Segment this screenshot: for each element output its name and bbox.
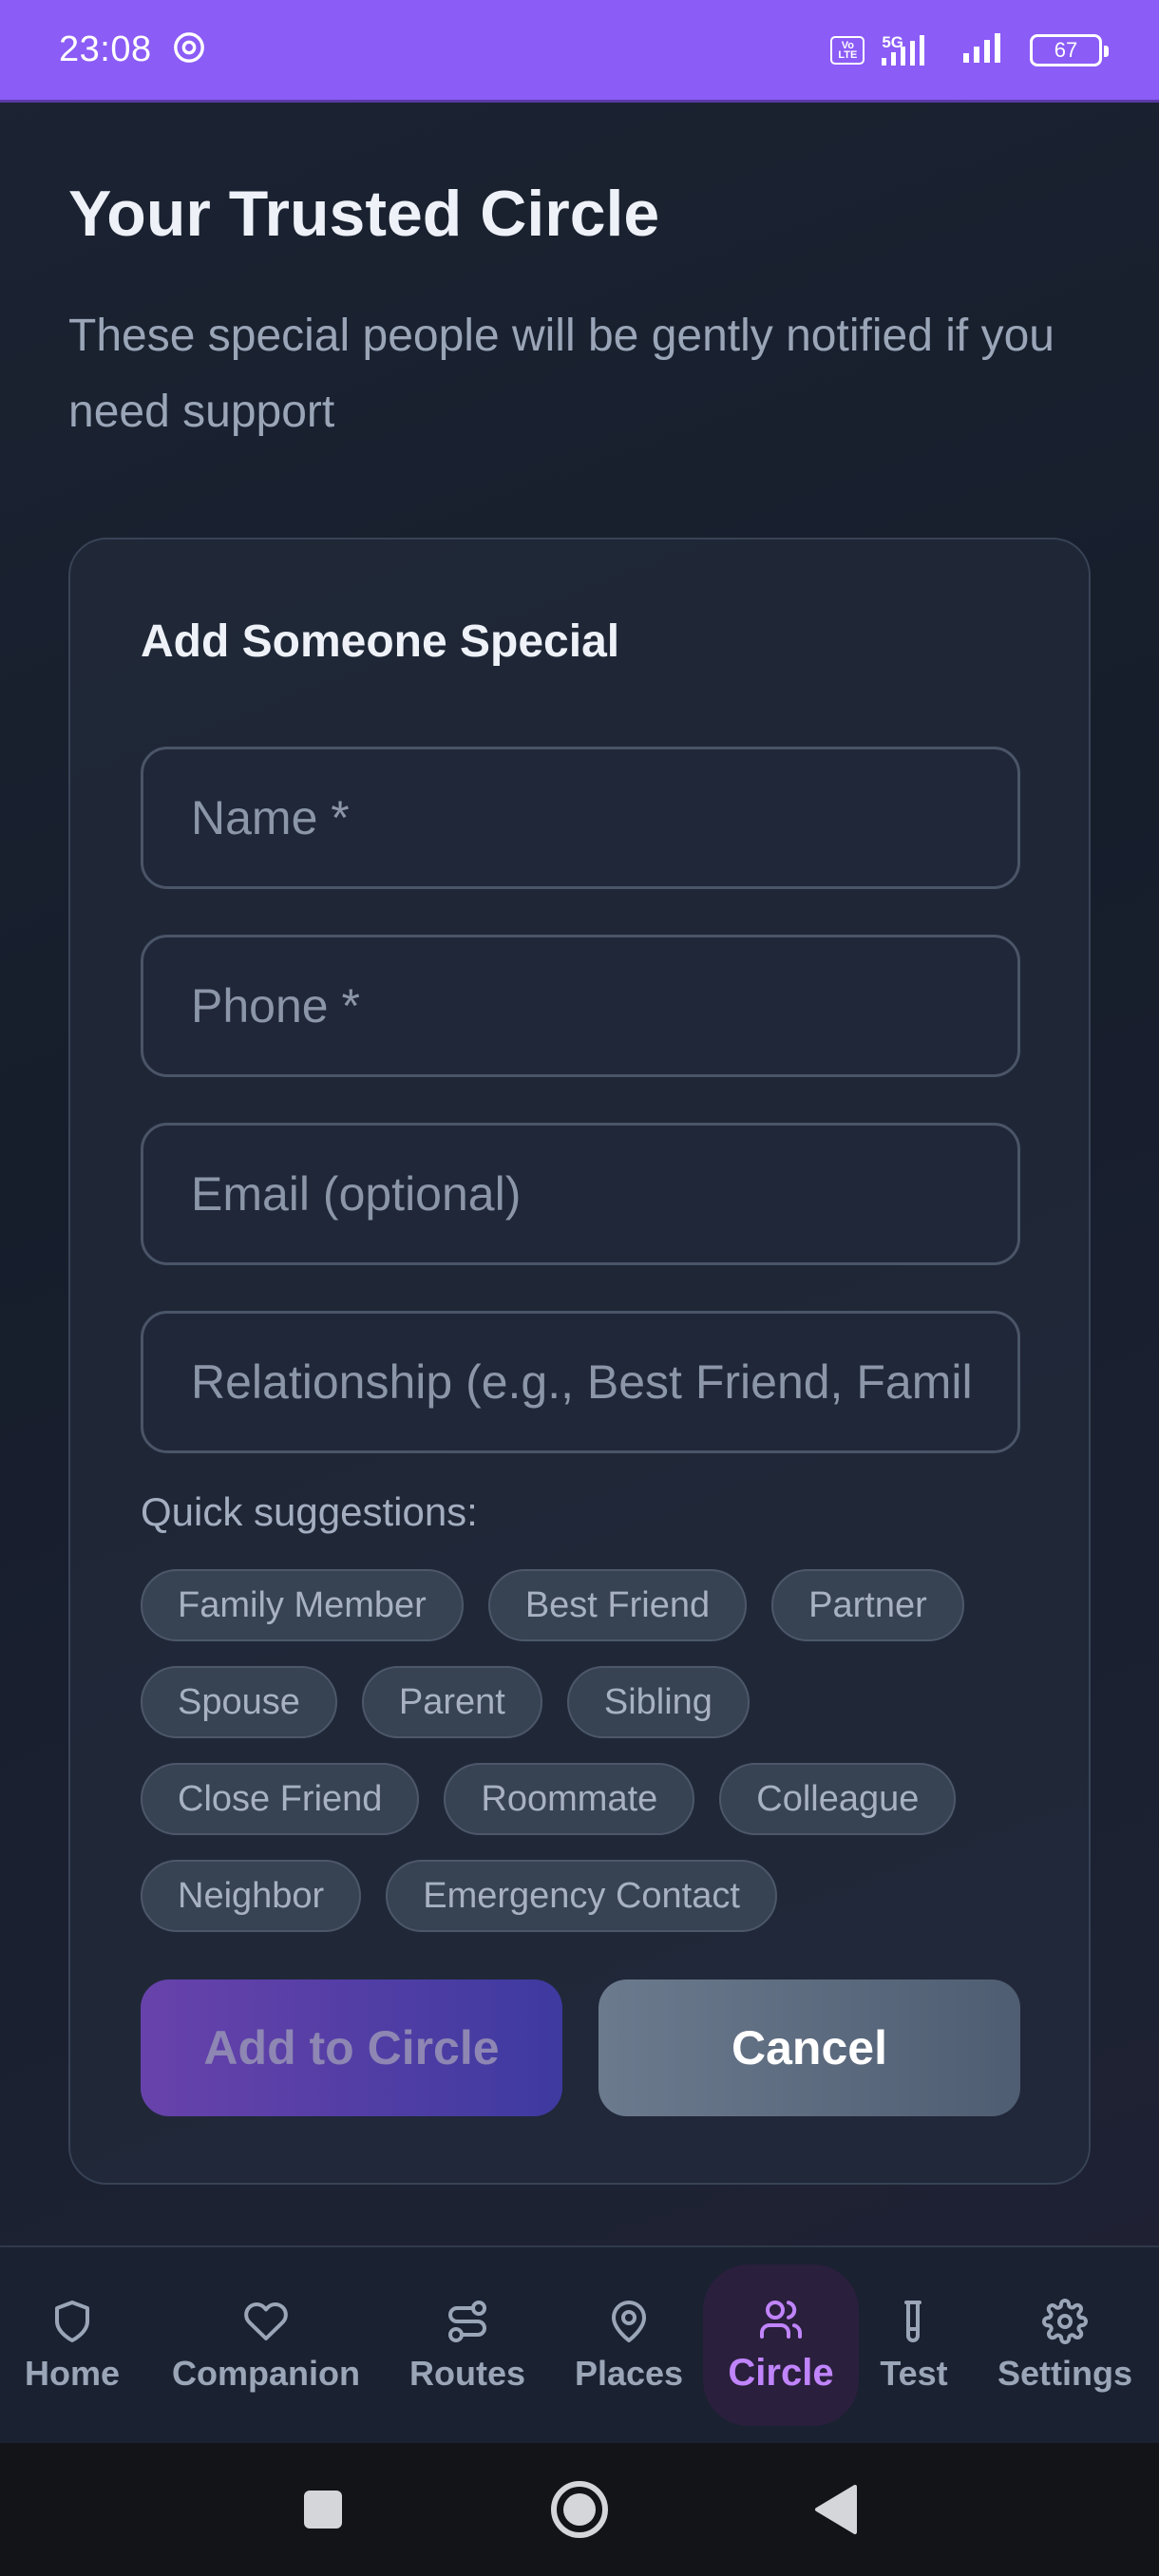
chip-parent[interactable]: Parent [361, 1666, 542, 1738]
chip-colleague[interactable]: Colleague [719, 1763, 957, 1835]
shield-icon [55, 2301, 89, 2342]
chip-emergency-contact[interactable]: Emergency Contact [386, 1860, 777, 1932]
phone-input[interactable] [141, 935, 1020, 1077]
nav-item-routes[interactable]: Routes [397, 2247, 538, 2445]
suggestion-chips: Family Member Best Friend Partner Spouse… [141, 1569, 1034, 1957]
add-to-circle-button[interactable]: Add to Circle [141, 1979, 562, 2116]
chip-sibling[interactable]: Sibling [566, 1666, 750, 1738]
status-bar: 23:08 Vo LTE 5G 67 [0, 0, 1159, 103]
signal-5g-icon: 5G [882, 33, 944, 67]
battery-icon: 67 [1030, 33, 1109, 66]
square-icon [304, 2491, 342, 2529]
suggestions-label: Quick suggestions: [141, 1489, 478, 1534]
heart-icon [244, 2301, 288, 2340]
circle-home-icon [551, 2481, 608, 2538]
chip-partner[interactable]: Partner [771, 1569, 964, 1641]
chip-family-member[interactable]: Family Member [141, 1569, 464, 1641]
status-time: 23:08 [59, 29, 152, 69]
chrome-icon [173, 31, 205, 68]
back-triangle-icon [815, 2485, 857, 2534]
gear-icon [1042, 2299, 1088, 2344]
home-button[interactable] [538, 2443, 621, 2576]
nav-item-circle[interactable]: Circle [703, 2264, 859, 2426]
test-tube-icon [904, 2301, 922, 2342]
nav-item-places[interactable]: Places [562, 2247, 695, 2445]
page-subtitle: These special people will be gently noti… [68, 311, 1054, 437]
page-title: Your Trusted Circle [68, 178, 660, 250]
nav-item-test[interactable]: Test [866, 2247, 961, 2445]
nav-item-companion[interactable]: Companion [162, 2247, 370, 2445]
volte-icon: Vo LTE [830, 35, 865, 65]
route-icon [448, 2301, 486, 2342]
signal-icon [961, 30, 1013, 69]
nav-item-settings[interactable]: Settings [984, 2247, 1146, 2445]
chip-close-friend[interactable]: Close Friend [141, 1763, 420, 1835]
recents-button[interactable] [285, 2443, 361, 2576]
chip-spouse[interactable]: Spouse [141, 1666, 337, 1738]
chip-neighbor[interactable]: Neighbor [141, 1860, 362, 1932]
chip-roommate[interactable]: Roommate [444, 1763, 695, 1835]
name-input[interactable] [141, 747, 1020, 889]
relationship-input[interactable] [141, 1311, 1020, 1453]
cancel-button[interactable]: Cancel [598, 1979, 1020, 2116]
bottom-nav: Home Companion Routes Places Circle Test… [0, 2245, 1159, 2443]
system-nav-bar [0, 2443, 1159, 2576]
map-pin-icon [612, 2301, 646, 2342]
users-icon [760, 2300, 803, 2339]
email-input[interactable] [141, 1123, 1020, 1265]
card-title: Add Someone Special [141, 616, 620, 667]
back-button[interactable] [798, 2443, 874, 2576]
chip-best-friend[interactable]: Best Friend [487, 1569, 748, 1641]
nav-item-home[interactable]: Home [10, 2247, 135, 2445]
add-contact-card: Add Someone Special Quick suggestions: F… [68, 538, 1091, 2185]
